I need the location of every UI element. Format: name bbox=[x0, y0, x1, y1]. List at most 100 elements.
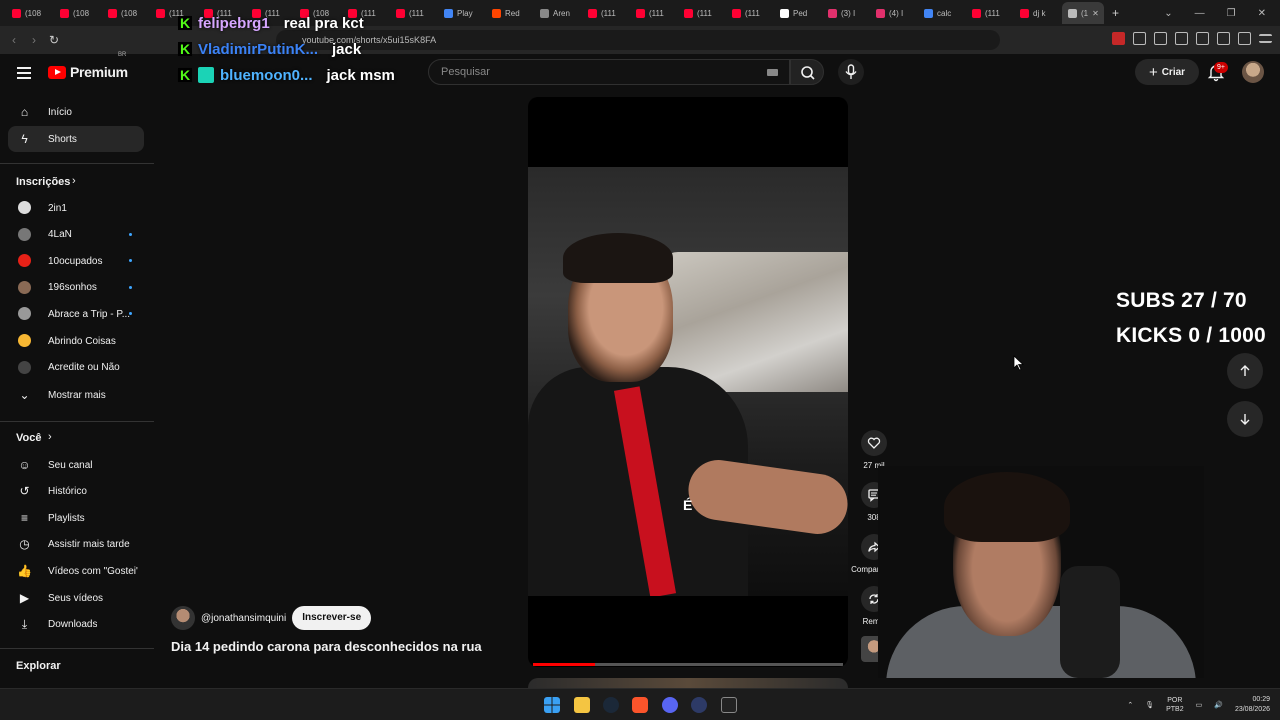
browser-tab[interactable]: (111 bbox=[582, 2, 630, 24]
youtube-premium-logo[interactable]: Premium bbox=[48, 64, 128, 80]
reload-icon[interactable]: ↻ bbox=[44, 33, 64, 47]
menu-icon[interactable] bbox=[1259, 34, 1272, 43]
sidebar-item[interactable]: ≡ Playlists bbox=[8, 505, 144, 531]
browser-tab[interactable]: (4) I bbox=[870, 2, 918, 24]
tab-search-chevron-icon[interactable]: ⌄ bbox=[1164, 8, 1172, 19]
sidebar-item[interactable]: ⌄ Mostrar mais bbox=[8, 382, 144, 408]
voice-search-button[interactable] bbox=[838, 59, 864, 85]
sidebar-item[interactable]: 👍 Vídeos com "Gostei" bbox=[8, 558, 144, 584]
like-button[interactable] bbox=[861, 430, 887, 456]
short-video-player[interactable]: É bbox=[528, 97, 848, 667]
search-input[interactable]: Pesquisar bbox=[428, 59, 790, 85]
browser-tab[interactable]: Red bbox=[486, 2, 534, 24]
wallet-icon[interactable] bbox=[1196, 32, 1209, 45]
browser-tab[interactable]: Play bbox=[438, 2, 486, 24]
browser-tab[interactable]: (3) I bbox=[822, 2, 870, 24]
browser-tab[interactable]: (108 bbox=[102, 2, 150, 24]
windows-start-icon[interactable] bbox=[544, 697, 560, 713]
browser-tab[interactable]: (1 ✕ bbox=[1062, 2, 1104, 24]
browser-tab[interactable]: Aren bbox=[534, 2, 582, 24]
browser-tab[interactable]: (111 bbox=[390, 2, 438, 24]
next-short-button[interactable] bbox=[1227, 401, 1263, 437]
leo-icon[interactable] bbox=[1217, 32, 1230, 45]
browser-tab[interactable]: (111 bbox=[726, 2, 774, 24]
subscriptions-heading[interactable]: Inscrições bbox=[16, 176, 70, 188]
sidebar-item[interactable]: Abrindo Coisas bbox=[8, 328, 144, 354]
video-progress-bar[interactable] bbox=[533, 663, 843, 666]
short-title[interactable]: Dia 14 pedindo carona para desconhecidos… bbox=[171, 639, 482, 654]
brave-browser-icon[interactable] bbox=[632, 697, 648, 713]
sidebar-item[interactable]: ϟ Shorts bbox=[8, 126, 144, 152]
channel-avatar-icon bbox=[18, 360, 31, 374]
extension-icon[interactable] bbox=[1112, 32, 1125, 45]
search-button[interactable] bbox=[790, 59, 824, 85]
create-button[interactable]: + Criar bbox=[1135, 59, 1199, 85]
browser-tab[interactable]: dj k bbox=[1014, 2, 1062, 24]
forward-icon[interactable]: › bbox=[24, 33, 44, 47]
sidebar-item[interactable]: Acredite ou Não bbox=[8, 355, 144, 381]
chevron-down-icon: ⌄ bbox=[19, 387, 30, 402]
capcut-icon[interactable] bbox=[721, 697, 737, 713]
new-tab-button[interactable]: + bbox=[1112, 6, 1119, 20]
browser-tab[interactable]: (108 bbox=[54, 2, 102, 24]
app-icon[interactable] bbox=[691, 697, 707, 713]
video-progress-fill bbox=[533, 663, 595, 666]
sidebar-item-label: 10ocupados bbox=[48, 255, 103, 267]
sidebar-item-label: Vídeos com "Gostei" bbox=[48, 565, 138, 577]
media-icon[interactable] bbox=[1154, 32, 1167, 45]
channel-avatar-icon bbox=[18, 254, 31, 268]
network-icon[interactable]: ▭ bbox=[1196, 701, 1203, 709]
minimize-icon[interactable]: — bbox=[1195, 8, 1205, 19]
browser-tab[interactable]: (111 bbox=[966, 2, 1014, 24]
logo-region: BR bbox=[118, 52, 127, 58]
browser-tab[interactable]: (111 bbox=[678, 2, 726, 24]
language-indicator[interactable]: POR PTB2 bbox=[1166, 696, 1184, 714]
sidebar-item[interactable]: 2in1 bbox=[8, 195, 144, 221]
sidebar-item[interactable]: ◷ Assistir mais tarde bbox=[8, 532, 144, 558]
sidebar-item[interactable]: 10ocupados bbox=[8, 248, 144, 274]
browser-tab[interactable]: (111 bbox=[630, 2, 678, 24]
sidebar-item[interactable]: ▶ Seus vídeos bbox=[8, 585, 144, 611]
sidebar-item[interactable]: 4LaN bbox=[8, 222, 144, 248]
chat-message: Kbluemoon0... jack msm bbox=[178, 62, 395, 88]
back-icon[interactable]: ‹ bbox=[4, 33, 24, 47]
tab-label: Red bbox=[505, 8, 520, 18]
sidebar-item[interactable]: ⌂ Início bbox=[8, 99, 144, 125]
clock[interactable]: 00:29 23/08/2026 bbox=[1235, 695, 1270, 715]
channel-name[interactable]: @jonathansimquini bbox=[201, 613, 286, 624]
chat-message: K VladimirPutinK... jack bbox=[178, 36, 395, 62]
volume-icon[interactable]: 🔊 bbox=[1214, 701, 1223, 709]
subscribe-button[interactable]: Inscrever-se bbox=[292, 606, 372, 630]
microphone-tray-icon[interactable]: 🎙 bbox=[1145, 701, 1154, 709]
steam-icon[interactable] bbox=[603, 697, 619, 713]
you-heading[interactable]: Você bbox=[16, 432, 41, 444]
tray-chevron-icon[interactable]: ⌃ bbox=[1127, 701, 1133, 709]
sidebar-item[interactable]: ⤓ Downloads bbox=[8, 612, 144, 638]
channel-avatar[interactable] bbox=[171, 606, 195, 630]
sidebar-item[interactable]: Abrace a Trip - P... bbox=[8, 301, 144, 327]
sidebar-toggle-icon[interactable] bbox=[1175, 32, 1188, 45]
restore-icon[interactable]: ❐ bbox=[1227, 8, 1236, 19]
browser-tab[interactable]: (108 bbox=[6, 2, 54, 24]
guide-menu-icon[interactable] bbox=[17, 67, 31, 79]
vpn-icon[interactable] bbox=[1238, 32, 1251, 45]
discord-icon[interactable] bbox=[662, 697, 678, 713]
sidebar-item[interactable]: ☺ Seu canal bbox=[8, 452, 144, 478]
account-avatar[interactable] bbox=[1242, 61, 1264, 83]
sidebar-item-label: 196sonhos bbox=[48, 282, 97, 294]
extensions-puzzle-icon[interactable] bbox=[1133, 32, 1146, 45]
file-explorer-icon[interactable] bbox=[574, 697, 590, 713]
previous-short-button[interactable] bbox=[1227, 353, 1263, 389]
browser-tab[interactable]: Ped bbox=[774, 2, 822, 24]
sidebar-item[interactable]: ↺ Histórico bbox=[8, 479, 144, 505]
tab-favicon-icon bbox=[636, 8, 645, 18]
close-window-icon[interactable]: ✕ bbox=[1258, 8, 1266, 19]
sidebar-item[interactable]: 196sonhos bbox=[8, 275, 144, 301]
person-hair bbox=[563, 233, 673, 283]
browser-tab[interactable]: calc bbox=[918, 2, 966, 24]
close-tab-icon[interactable]: ✕ bbox=[1092, 9, 1099, 18]
sidebar-divider bbox=[0, 163, 154, 164]
sidebar-item-label: Abrace a Trip - P... bbox=[48, 308, 131, 320]
keyboard-icon[interactable] bbox=[767, 69, 778, 76]
tab-label: (111 bbox=[649, 8, 664, 18]
